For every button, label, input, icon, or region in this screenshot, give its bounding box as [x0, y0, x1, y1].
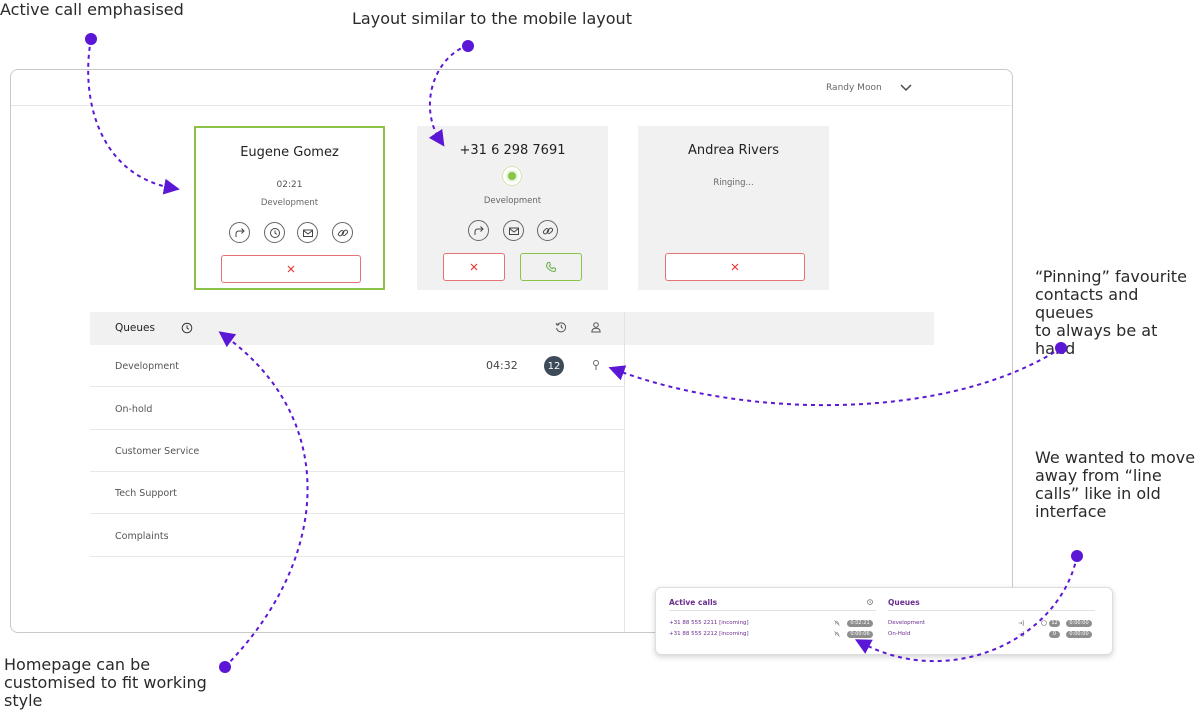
call-department: Development [260, 198, 319, 208]
note-line-calls-line: calls” like in old [1035, 484, 1161, 503]
answer-button[interactable] [520, 253, 582, 281]
mail-icon [508, 227, 519, 235]
link-button[interactable] [332, 222, 353, 243]
panel-divider [624, 312, 625, 632]
annotation-dot [1055, 342, 1067, 354]
queue-name[interactable]: Development [888, 620, 925, 626]
hang-up-button[interactable] [221, 255, 361, 283]
close-icon [287, 265, 295, 273]
queue-name[interactable]: On-Hold [888, 631, 910, 637]
queue-count-badge: 12 [544, 356, 564, 376]
person-icon[interactable] [590, 321, 602, 333]
queue-row[interactable]: Development 04:32 12 [90, 345, 624, 387]
call-department: Development [483, 196, 542, 206]
note-line-calls-line: away from “line [1035, 466, 1162, 485]
note-homepage-line: customised to fit working [4, 673, 207, 692]
transfer-button[interactable] [229, 222, 250, 243]
close-icon [731, 263, 739, 271]
old-interface-widget: Active calls Queues +31 88 555 2211 [inc… [655, 587, 1113, 655]
message-button[interactable] [297, 222, 318, 243]
user-name[interactable]: Randy Moon [826, 83, 882, 93]
caller-name: Andrea Rivers [688, 143, 779, 158]
queue-name: Tech Support [115, 488, 177, 499]
call-number[interactable]: +31 88 555 2211 [incoming] [669, 620, 749, 626]
decline-button[interactable] [443, 253, 505, 281]
note-homepage-line: style [4, 691, 43, 710]
queue-duration: 0:00:00 [1066, 631, 1092, 638]
top-bar: Randy Moon [11, 70, 1012, 106]
note-active-call: Active call emphasised [0, 0, 184, 19]
clock-icon[interactable] [181, 322, 193, 334]
login-icon[interactable] [1018, 631, 1024, 637]
login-icon[interactable] [1018, 620, 1024, 626]
queue-row[interactable]: Customer Service [90, 430, 624, 472]
call-status: Ringing... [713, 178, 754, 188]
clock-icon [269, 227, 280, 238]
phone-icon [545, 262, 556, 273]
note-homepage: Homepage can be customised to fit workin… [4, 656, 207, 710]
note-mobile-layout: Layout similar to the mobile layout [352, 9, 632, 28]
active-calls-title: Active calls [669, 598, 718, 607]
note-line-calls: We wanted to move away from “line calls”… [1035, 449, 1195, 521]
history-icon[interactable] [555, 321, 567, 333]
queue-wait-time: 04:32 [486, 359, 518, 372]
link-button[interactable] [537, 220, 558, 241]
annotation-dot [85, 33, 97, 45]
forward-icon [474, 225, 484, 235]
clock-icon [1041, 620, 1047, 626]
mail-icon [302, 229, 313, 237]
queue-name: Customer Service [115, 446, 200, 457]
annotation-dot [462, 40, 474, 52]
call-timer: 02:21 [276, 180, 303, 190]
queue-row[interactable]: Tech Support [90, 472, 624, 514]
call-duration: 0:02:21 [847, 620, 873, 627]
mute-icon[interactable] [834, 631, 840, 637]
queue-count: 0 [1049, 631, 1060, 638]
clock-icon [867, 599, 873, 605]
call-card-active[interactable]: Eugene Gomez 02:21 Development [194, 126, 385, 290]
call-card[interactable]: +31 6 298 7691 Development [417, 126, 608, 290]
queue-duration: 0:00:00 [1066, 620, 1092, 627]
caller-number: +31 6 298 7691 [459, 143, 566, 158]
queues-title: Queues [115, 322, 155, 334]
queue-count: 12 [1049, 620, 1060, 627]
link-icon [337, 229, 348, 236]
chevron-down-icon[interactable] [899, 80, 913, 94]
note-homepage-line: Homepage can be [4, 655, 151, 674]
mute-icon[interactable] [834, 620, 840, 626]
annotation-dot [219, 661, 231, 673]
link-icon [542, 227, 553, 234]
ringing-indicator-icon [502, 166, 522, 186]
divider [888, 610, 1095, 611]
decline-button[interactable] [665, 253, 805, 281]
queue-name: Development [115, 361, 179, 372]
queues-header: Queues [90, 312, 934, 345]
call-card[interactable]: Andrea Rivers Ringing... [638, 126, 829, 290]
queues-title: Queues [888, 598, 920, 607]
queue-row[interactable]: On-hold [90, 388, 624, 430]
queue-name: On-hold [115, 404, 153, 415]
close-icon [470, 263, 478, 271]
note-pinning-line: contacts and queues [1035, 285, 1139, 322]
note-line-calls-line: We wanted to move [1035, 448, 1196, 467]
annotation-dot [1071, 550, 1083, 562]
transfer-button[interactable] [468, 220, 489, 241]
call-number[interactable]: +31 88 555 2212 [incoming] [669, 631, 749, 637]
forward-icon [235, 227, 245, 237]
divider [669, 610, 876, 611]
pin-icon[interactable] [590, 359, 602, 371]
note-pinning-line: “Pinning” favourite [1035, 267, 1187, 286]
queue-row[interactable]: Complaints [90, 515, 624, 557]
hold-button[interactable] [264, 222, 285, 243]
queue-name: Complaints [115, 531, 169, 542]
call-duration: 0:00:06 [847, 631, 873, 638]
message-button[interactable] [503, 220, 524, 241]
caller-name: Eugene Gomez [240, 145, 339, 160]
note-line-calls-line: interface [1035, 502, 1107, 521]
